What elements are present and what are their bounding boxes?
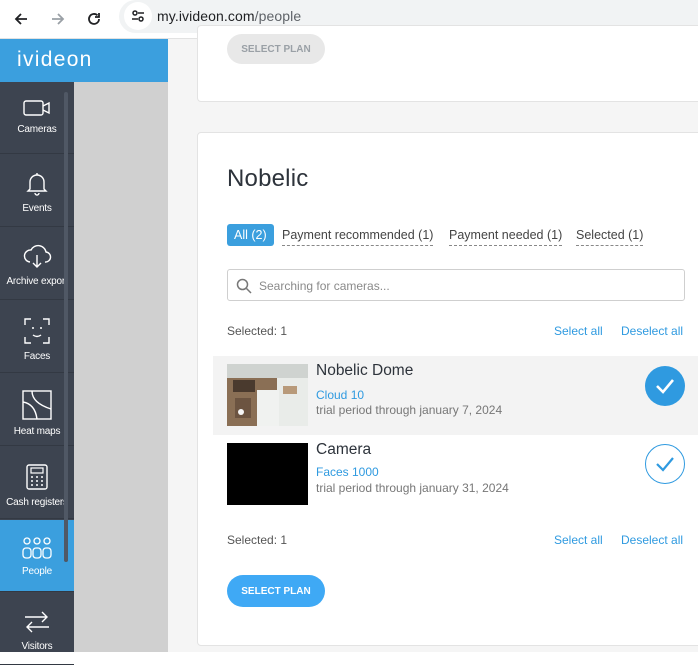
tab-payment-needed[interactable]: Payment needed (1) — [449, 224, 563, 246]
camera-row[interactable]: Camera Faces 1000 trial period through j… — [213, 435, 698, 514]
nav-item-label: Cash registers — [6, 497, 68, 508]
site-settings-button[interactable] — [124, 2, 152, 30]
cloud-download-icon — [23, 244, 52, 268]
cash-register-icon — [26, 464, 48, 490]
selected-count: Selected: 1 — [227, 324, 288, 338]
nav-item-people[interactable]: People — [0, 520, 74, 592]
nav-item-cash-registers[interactable]: Cash registers — [0, 447, 74, 519]
tab-selected[interactable]: Selected (1) — [576, 224, 644, 246]
deselect-all-link[interactable]: Deselect all — [621, 324, 683, 338]
arrow-right-icon — [52, 13, 65, 25]
check-icon — [656, 457, 674, 472]
deselect-all-link-bottom[interactable]: Deselect all — [621, 533, 683, 547]
camera-select-checkbox[interactable] — [645, 444, 685, 484]
select-all-link[interactable]: Select all — [554, 324, 603, 338]
reload-icon — [88, 13, 100, 25]
camera-plan-link[interactable]: Cloud 10 — [316, 388, 364, 402]
check-icon — [656, 379, 674, 394]
nav-item-label: Heat maps — [13, 426, 61, 437]
nav-item-archive-export[interactable]: Archive export — [0, 228, 74, 300]
nav-item-faces[interactable]: Faces — [0, 301, 74, 373]
people-icon — [22, 537, 52, 559]
tune-icon — [132, 10, 144, 22]
nav-item-events[interactable]: Events — [0, 155, 74, 227]
camera-thumbnail — [227, 443, 308, 505]
bell-icon — [26, 173, 48, 196]
visitors-arrows-icon — [25, 611, 49, 633]
nav-item-label: People — [22, 566, 52, 577]
url-text: my.ivideon.com/people — [157, 8, 302, 24]
tab-payment-recommended[interactable]: Payment recommended (1) — [282, 224, 434, 246]
sidebar-scrollbar[interactable] — [64, 92, 68, 562]
camera-trial-text: trial period through january 31, 2024 — [316, 481, 509, 495]
nav-item-label: Events — [22, 203, 52, 214]
camera-row[interactable]: Nobelic Dome Cloud 10 trial period throu… — [213, 356, 698, 435]
camera-plan-link[interactable]: Faces 1000 — [316, 465, 379, 479]
nav-item-heat-maps[interactable]: Heat maps — [0, 374, 74, 446]
tab-all[interactable]: All (2) — [227, 224, 274, 246]
reload-button[interactable] — [79, 4, 109, 34]
select-plan-button-disabled[interactable]: SELECT PLAN — [227, 34, 325, 64]
heat-map-icon — [22, 390, 52, 420]
brand-header[interactable]: ivideon — [0, 39, 168, 82]
secondary-panel — [74, 82, 168, 652]
camera-trial-text: trial period through january 7, 2024 — [316, 403, 503, 417]
camera-search-input[interactable]: Searching for cameras... — [227, 269, 685, 301]
arrow-left-icon — [14, 13, 27, 25]
back-button[interactable] — [6, 4, 36, 34]
nav-item-cameras[interactable]: Cameras — [0, 82, 74, 154]
camera-thumbnail — [227, 364, 308, 426]
nav-item-label: Faces — [23, 351, 51, 362]
forward-button[interactable] — [43, 4, 73, 34]
brand-logo: ivideon — [17, 48, 93, 71]
camera-icon — [23, 100, 50, 116]
search-icon — [236, 278, 252, 294]
selected-count-bottom: Selected: 1 — [227, 533, 288, 547]
search-placeholder: Searching for cameras... — [259, 279, 390, 293]
face-scan-icon — [24, 318, 50, 344]
camera-select-checkbox[interactable] — [645, 366, 685, 406]
nav-item-label: Visitors — [21, 641, 53, 652]
camera-name: Nobelic Dome — [316, 362, 414, 379]
card-title: Nobelic — [227, 165, 309, 192]
nav-item-visitors[interactable]: Visitors — [0, 593, 74, 665]
nav-item-label: Archive export — [6, 276, 68, 287]
select-plan-button[interactable]: SELECT PLAN — [227, 575, 325, 607]
select-all-link-bottom[interactable]: Select all — [554, 533, 603, 547]
nav-item-label: Cameras — [17, 124, 57, 135]
camera-name: Camera — [316, 441, 372, 458]
